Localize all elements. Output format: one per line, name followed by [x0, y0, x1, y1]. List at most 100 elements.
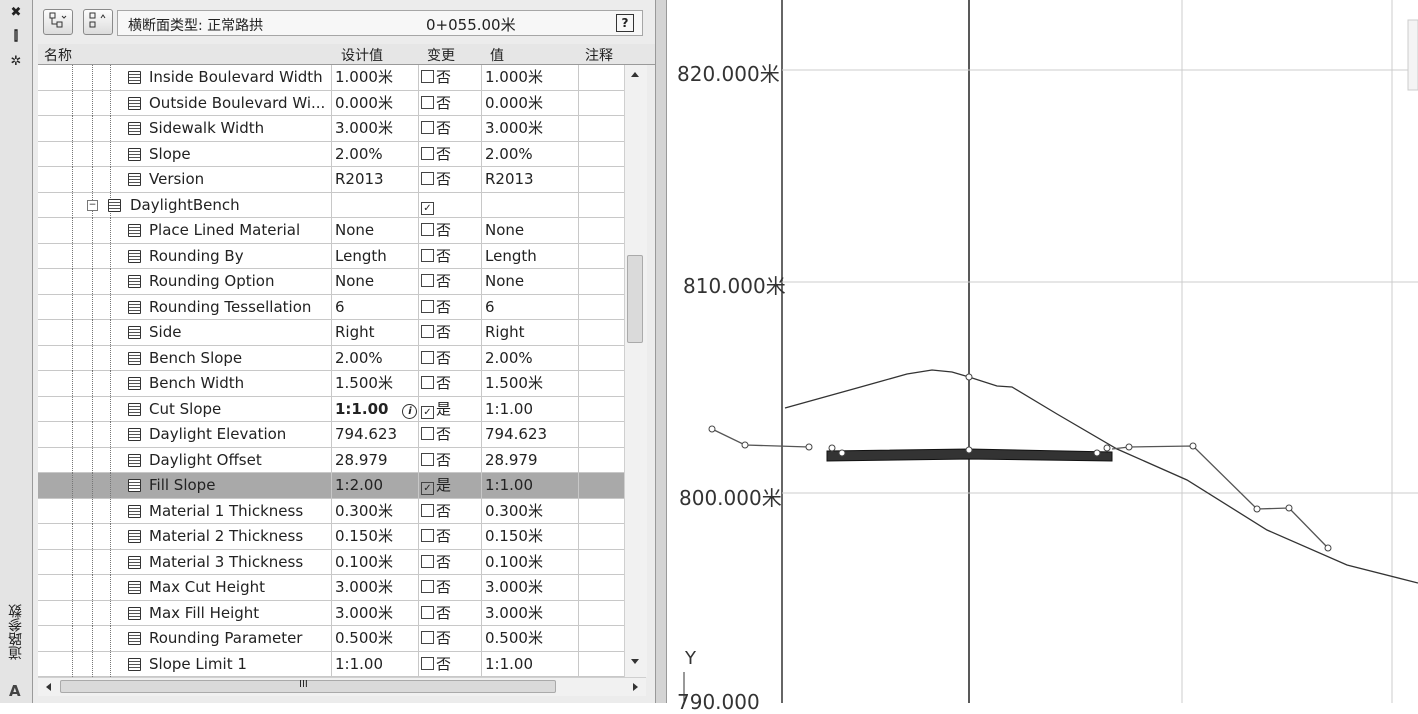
- parameter-row[interactable]: Material 2 Thickness 0.150米 否 0.150米: [38, 524, 624, 550]
- parameter-value[interactable]: None: [485, 218, 575, 243]
- parameter-row[interactable]: Slope 2.00% 否 2.00%: [38, 141, 624, 167]
- changed-checkbox[interactable]: [421, 274, 434, 287]
- parameter-value[interactable]: Length: [485, 244, 575, 269]
- autohide-icon[interactable]: ⫿: [8, 30, 24, 44]
- horizontal-scroll-thumb[interactable]: III: [60, 679, 556, 693]
- changed-cell[interactable]: 否: [421, 626, 481, 651]
- design-value[interactable]: 0.100米: [335, 550, 415, 575]
- properties-icon[interactable]: ✲: [8, 55, 24, 69]
- parameter-value[interactable]: 0.000米: [485, 91, 575, 116]
- design-value[interactable]: 0.300米: [335, 499, 415, 524]
- changed-checkbox[interactable]: [421, 605, 434, 619]
- changed-checkbox[interactable]: [421, 350, 434, 364]
- col-value[interactable]: 值: [490, 45, 504, 65]
- parameter-value[interactable]: 0.100米: [485, 550, 575, 575]
- parameter-value[interactable]: 1.000米: [485, 65, 575, 90]
- parameter-value[interactable]: R2013: [485, 167, 575, 192]
- parameter-value[interactable]: 1:1.00: [485, 473, 575, 498]
- parameter-row[interactable]: Rounding Parameter 0.500米 否 0.500米: [38, 626, 624, 652]
- changed-cell[interactable]: 否: [421, 550, 481, 575]
- parameter-value[interactable]: 0.300米: [485, 499, 575, 524]
- parameter-row[interactable]: Daylight Elevation 794.623 否 794.623: [38, 422, 624, 448]
- design-value[interactable]: 0.000米: [335, 91, 415, 116]
- parameter-row[interactable]: Place Lined Material None 否 None: [38, 218, 624, 244]
- changed-checkbox[interactable]: [421, 121, 434, 134]
- changed-checkbox[interactable]: [421, 503, 434, 517]
- changed-cell[interactable]: 否: [421, 167, 481, 192]
- design-value[interactable]: 0.150米: [335, 524, 415, 549]
- changed-cell[interactable]: 否: [421, 116, 481, 141]
- changed-cell[interactable]: 否: [421, 142, 481, 167]
- changed-checkbox[interactable]: [421, 656, 434, 670]
- drawing-viewport[interactable]: 820.000米 810.000米 800.000米 790.000 Y: [667, 0, 1418, 714]
- parameter-value[interactable]: 1.500米: [485, 371, 575, 396]
- design-value[interactable]: 1.000米: [335, 65, 415, 90]
- changed-checkbox[interactable]: ✓: [421, 201, 434, 215]
- parameter-row[interactable]: Sidewalk Width 3.000米 否 3.000米: [38, 116, 624, 142]
- design-value[interactable]: 3.000米: [335, 601, 415, 626]
- changed-checkbox[interactable]: [421, 376, 434, 389]
- close-icon[interactable]: ✖: [8, 6, 24, 20]
- design-value[interactable]: 1:1.00 i: [335, 397, 419, 422]
- changed-cell[interactable]: 否: [421, 575, 481, 600]
- changed-checkbox[interactable]: [421, 325, 434, 338]
- design-value[interactable]: 3.000米: [335, 116, 415, 141]
- changed-checkbox[interactable]: [421, 299, 434, 313]
- parameter-row[interactable]: Outside Boulevard Wi... 0.000米 否 0.000米: [38, 90, 624, 116]
- design-value[interactable]: 0.500米: [335, 626, 415, 651]
- group-row[interactable]: − DaylightBench ✓: [38, 192, 624, 218]
- changed-checkbox[interactable]: [421, 554, 434, 568]
- design-value[interactable]: 28.979: [335, 448, 415, 473]
- changed-checkbox[interactable]: [421, 172, 434, 185]
- parameter-value[interactable]: 2.00%: [485, 142, 575, 167]
- horizontal-scrollbar[interactable]: III: [38, 677, 646, 696]
- design-value[interactable]: 1:2.00: [335, 473, 415, 498]
- parameter-value[interactable]: 1:1.00: [485, 397, 575, 422]
- parameter-row[interactable]: Rounding Option None 否 None: [38, 269, 624, 295]
- design-value[interactable]: 1:1.00: [335, 652, 415, 677]
- parameter-row[interactable]: Rounding By Length 否 Length: [38, 243, 624, 269]
- col-name[interactable]: 名称: [44, 45, 72, 65]
- parameter-value[interactable]: 6: [485, 295, 575, 320]
- parameter-value[interactable]: 28.979: [485, 448, 575, 473]
- parameter-row[interactable]: Inside Boulevard Width 1.000米 否 1.000米: [38, 65, 624, 91]
- parameter-value[interactable]: 2.00%: [485, 346, 575, 371]
- changed-cell[interactable]: 否: [421, 524, 481, 549]
- changed-cell[interactable]: 否: [421, 244, 481, 269]
- changed-cell[interactable]: 否: [421, 320, 481, 345]
- parameter-row[interactable]: Bench Slope 2.00% 否 2.00%: [38, 345, 624, 371]
- parameter-value[interactable]: [485, 193, 575, 218]
- changed-cell[interactable]: 否: [421, 499, 481, 524]
- parameter-row[interactable]: Fill Slope 1:2.00 ✓ 是 1:1.00: [38, 473, 624, 499]
- parameter-row[interactable]: Daylight Offset 28.979 否 28.979: [38, 447, 624, 473]
- col-comment[interactable]: 注释: [585, 45, 613, 65]
- parameter-row[interactable]: Slope Limit 1 1:1.00 否 1:1.00: [38, 651, 624, 677]
- parameter-row[interactable]: Cut Slope 1:1.00 i ✓ 是 1:1.00: [38, 396, 624, 422]
- changed-cell[interactable]: ✓ 是: [421, 473, 481, 498]
- design-value[interactable]: R2013: [335, 167, 415, 192]
- changed-checkbox[interactable]: [421, 146, 434, 160]
- changed-cell[interactable]: 否: [421, 652, 481, 677]
- changed-checkbox[interactable]: [421, 452, 434, 466]
- changed-cell[interactable]: 否: [421, 269, 481, 294]
- parameter-value[interactable]: 3.000米: [485, 116, 575, 141]
- changed-checkbox[interactable]: [421, 70, 434, 83]
- changed-cell[interactable]: 否: [421, 601, 481, 626]
- design-value[interactable]: 2.00%: [335, 346, 415, 371]
- parameter-value[interactable]: Right: [485, 320, 575, 345]
- design-value[interactable]: Length: [335, 244, 415, 269]
- changed-checkbox[interactable]: [421, 529, 434, 542]
- parameter-value[interactable]: 0.150米: [485, 524, 575, 549]
- parameter-row[interactable]: Max Cut Height 3.000米 否 3.000米: [38, 575, 624, 601]
- vertical-scrollbar[interactable]: [624, 65, 647, 677]
- parameter-row[interactable]: Side Right 否 Right: [38, 320, 624, 346]
- parameter-value[interactable]: 0.500米: [485, 626, 575, 651]
- col-changed[interactable]: 变更: [427, 45, 455, 65]
- changed-checkbox[interactable]: ✓: [421, 482, 434, 495]
- changed-cell[interactable]: 否: [421, 371, 481, 396]
- changed-checkbox[interactable]: [421, 223, 434, 236]
- changed-checkbox[interactable]: ✓: [421, 405, 434, 419]
- changed-cell[interactable]: 否: [421, 346, 481, 371]
- changed-cell[interactable]: 否: [421, 448, 481, 473]
- design-value[interactable]: 2.00%: [335, 142, 415, 167]
